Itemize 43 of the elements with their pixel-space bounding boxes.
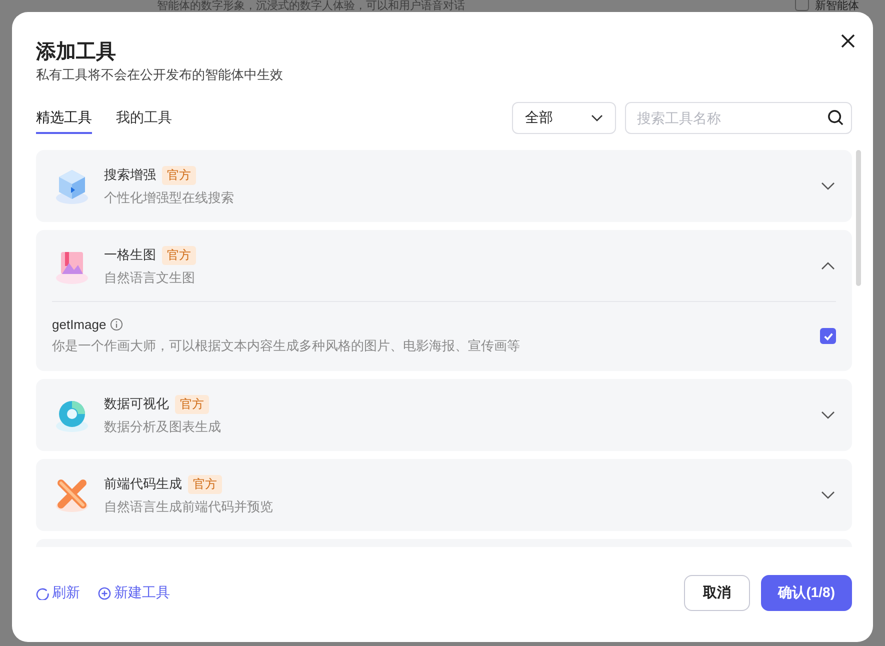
background-description: 智能体的数字形象，沉浸式的数字人体验，可以和用户语音对话	[157, 0, 465, 12]
tool-card[interactable]: 前端代码生成 官方 自然语言生成前端代码并预览	[36, 459, 852, 531]
background-title: 新智能体	[815, 0, 859, 12]
category-dropdown[interactable]: 全部	[512, 102, 616, 134]
chevron-down-icon[interactable]	[821, 491, 835, 499]
function-name: getImage	[52, 317, 106, 332]
tool-name: 搜索增强	[104, 166, 156, 184]
tool-card[interactable]: 一格生图 官方 自然语言文生图 getImage 你是一个作画大师，可以根据文本内容生成多种风格的图片、电影海报、宣传画等	[36, 230, 852, 371]
official-badge: 官方	[175, 394, 209, 414]
close-icon[interactable]	[840, 33, 856, 49]
tool-card[interactable]: 搜索增强 官方 个性化增强型在线搜索	[36, 150, 852, 222]
chevron-down-icon[interactable]	[821, 182, 835, 190]
app-icon	[795, 0, 809, 11]
refresh-icon	[36, 586, 49, 600]
add-icon	[98, 586, 111, 600]
tab[interactable]: 精选工具	[36, 102, 92, 134]
info-icon[interactable]	[110, 318, 124, 331]
official-badge: 官方	[188, 474, 222, 494]
tool-name: 一格生图	[104, 246, 156, 264]
chevron-down-icon	[591, 114, 603, 122]
tool-description: 个性化增强型在线搜索	[104, 188, 235, 206]
tool-name: 数据可视化	[104, 395, 169, 413]
tool-card[interactable]: 数据可视化 官方 数据分析及图表生成	[36, 379, 852, 451]
chevron-up-icon[interactable]	[821, 262, 835, 270]
dialog-subtitle: 私有工具将不会在公开发布的智能体中生效	[36, 66, 284, 84]
function-description: 你是一个作画大师，可以根据文本内容生成多种风格的图片、电影海报、宣传画等	[52, 337, 520, 355]
tool-description: 自然语言文生图	[104, 268, 196, 286]
tool-description: 自然语言生成前端代码并预览	[104, 498, 274, 516]
confirm-button[interactable]: 确认(1/8)	[761, 575, 852, 611]
footer-link[interactable]: 新建工具	[98, 584, 170, 602]
tool-description: 数据分析及图表生成	[104, 418, 222, 436]
tab[interactable]: 我的工具	[116, 102, 172, 134]
official-badge: 官方	[162, 246, 196, 264]
search-field[interactable]: 搜索工具名称	[625, 102, 852, 134]
checkmark-icon	[822, 330, 834, 342]
tool-name: 前端代码生成	[104, 475, 182, 493]
footer-link[interactable]: 刷新	[36, 584, 80, 602]
search-icon[interactable]	[827, 109, 844, 126]
cancel-button[interactable]: 取消	[684, 575, 750, 611]
chevron-down-icon[interactable]	[821, 411, 835, 419]
checkbox[interactable]	[820, 328, 836, 344]
official-badge: 官方	[162, 166, 196, 184]
dialog-title: 添加工具	[36, 40, 116, 65]
